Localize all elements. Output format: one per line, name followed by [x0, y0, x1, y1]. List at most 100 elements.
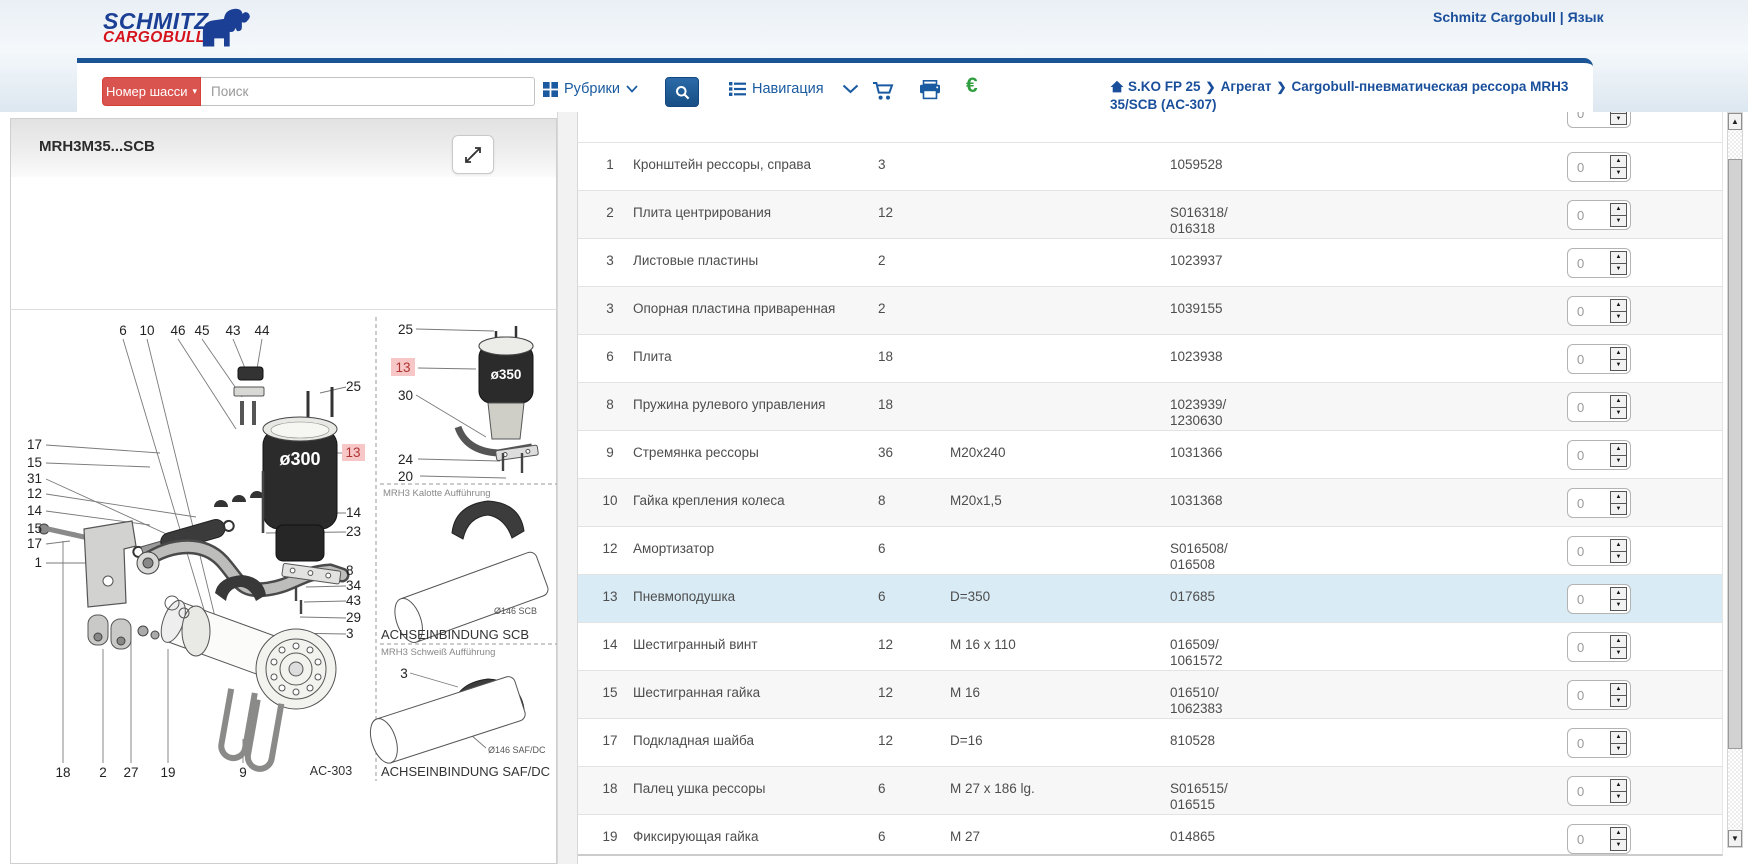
spin-up-button[interactable]: ▲ — [1611, 252, 1626, 264]
spin-down-button[interactable]: ▼ — [1611, 600, 1626, 611]
spin-down-button[interactable]: ▼ — [1611, 264, 1626, 275]
table-row[interactable]: 3 Листовые пластины 2 1023937 0 ▲ ▼ — [578, 238, 1723, 286]
quantity-stepper[interactable]: 0 ▲ ▼ — [1567, 248, 1631, 278]
table-row[interactable]: 18 Палец ушка рессоры 6 M 27 x 186 lg. S… — [578, 766, 1723, 814]
quantity-value[interactable]: 0 — [1568, 448, 1610, 463]
quantity-value[interactable]: 0 — [1568, 592, 1610, 607]
spin-down-button[interactable]: ▼ — [1611, 504, 1626, 515]
quantity-value[interactable]: 0 — [1568, 688, 1610, 703]
spin-down-button[interactable]: ▼ — [1611, 360, 1626, 371]
table-row[interactable]: 13 Пневмоподушка 6 D=350 017685 0 ▲ ▼ — [578, 574, 1723, 622]
spin-up-button[interactable]: ▲ — [1611, 732, 1626, 744]
expand-drawing-button[interactable] — [452, 135, 494, 174]
quantity-value[interactable]: 0 — [1568, 400, 1610, 415]
spin-up-button[interactable]: ▲ — [1611, 828, 1626, 840]
spin-down-button[interactable]: ▼ — [1611, 744, 1626, 755]
breadcrumb-item-current-line2[interactable]: 35/SCB (AC-307) — [1110, 97, 1217, 112]
row-part-number: 1031368 — [1170, 479, 1320, 509]
quantity-value[interactable]: 0 — [1568, 304, 1610, 319]
spin-down-button[interactable]: ▼ — [1611, 792, 1626, 803]
quantity-stepper[interactable]: 0 ▲ ▼ — [1567, 632, 1631, 662]
rubrics-menu-button[interactable]: Рубрики — [543, 81, 638, 97]
table-row[interactable]: 3 Опорная пластина приваренная 2 1039155… — [578, 286, 1723, 334]
spin-up-button[interactable]: ▲ — [1611, 780, 1626, 792]
chassis-number-dropdown-button[interactable]: Номер шасси ▾ — [102, 77, 201, 106]
spin-up-button[interactable]: ▲ — [1611, 204, 1626, 216]
quantity-stepper[interactable]: 0 ▲ ▼ — [1567, 112, 1631, 128]
table-row[interactable]: 15 Шестигранная гайка 12 M 16 016510/ 10… — [578, 670, 1723, 718]
quantity-stepper[interactable]: 0 ▲ ▼ — [1567, 536, 1631, 566]
search-input[interactable] — [201, 77, 535, 106]
quantity-value[interactable]: 0 — [1568, 832, 1610, 847]
account-language-link[interactable]: Schmitz Cargobull | Язык — [1433, 9, 1604, 25]
spin-up-button[interactable]: ▲ — [1611, 636, 1626, 648]
spin-up-button[interactable]: ▲ — [1611, 492, 1626, 504]
quantity-stepper[interactable]: 0 ▲ ▼ — [1567, 728, 1631, 758]
table-row[interactable]: 1 Кронштейн рессоры, справа 3 1059528 0 … — [578, 142, 1723, 190]
spin-up-button[interactable]: ▲ — [1611, 300, 1626, 312]
table-row[interactable]: 2 Плита центрирования 12 S016318/ 016318… — [578, 190, 1723, 238]
breadcrumb-item-root[interactable]: S.KO FP 25 — [1128, 79, 1201, 94]
quantity-value[interactable]: 0 — [1568, 496, 1610, 511]
vertical-scrollbar[interactable]: ▲ ▼ — [1727, 112, 1743, 848]
table-row[interactable]: 9 Стремянка рессоры 36 M20x240 1031366 0… — [578, 430, 1723, 478]
spin-down-button[interactable]: ▼ — [1611, 696, 1626, 707]
quantity-value[interactable]: 0 — [1568, 784, 1610, 799]
spin-up-button[interactable]: ▲ — [1611, 396, 1626, 408]
quantity-value[interactable]: 0 — [1568, 160, 1610, 175]
row-dimension — [950, 383, 1110, 397]
panel-splitter[interactable] — [557, 112, 578, 864]
quantity-stepper[interactable]: 0 ▲ ▼ — [1567, 680, 1631, 710]
quantity-value[interactable]: 0 — [1568, 112, 1610, 121]
table-row[interactable]: 10 Гайка крепления колеса 8 M20x1,5 1031… — [578, 478, 1723, 526]
scroll-up-button[interactable]: ▲ — [1728, 113, 1742, 130]
spin-down-button[interactable]: ▼ — [1611, 456, 1626, 467]
spin-down-button[interactable]: ▼ — [1611, 408, 1626, 419]
search-submit-button[interactable] — [665, 77, 699, 107]
table-row[interactable]: 6 Плита 18 1023938 0 ▲ ▼ — [578, 334, 1723, 382]
table-row[interactable]: 8 Пружина рулевого управления 18 1023939… — [578, 382, 1723, 430]
navigation-menu-button[interactable]: Навигация — [729, 81, 859, 97]
scroll-down-button[interactable]: ▼ — [1728, 830, 1742, 847]
quantity-stepper[interactable]: 0 ▲ ▼ — [1567, 440, 1631, 470]
spin-up-button[interactable]: ▲ — [1611, 444, 1626, 456]
quantity-stepper[interactable]: 0 ▲ ▼ — [1567, 776, 1631, 806]
quantity-value[interactable]: 0 — [1568, 208, 1610, 223]
table-row[interactable]: 17 Подкладная шайба 12 D=16 810528 0 ▲ ▼ — [578, 718, 1723, 766]
quantity-stepper[interactable]: 0 ▲ ▼ — [1567, 392, 1631, 422]
spin-down-button[interactable]: ▼ — [1611, 114, 1626, 125]
spin-down-button[interactable]: ▼ — [1611, 648, 1626, 659]
table-row[interactable]: 14 Шестигранный винт 12 M 16 x 110 01650… — [578, 622, 1723, 670]
spin-up-button[interactable]: ▲ — [1611, 348, 1626, 360]
quantity-value[interactable]: 0 — [1568, 736, 1610, 751]
quantity-stepper[interactable]: 0 ▲ ▼ — [1567, 296, 1631, 326]
quantity-stepper[interactable]: 0 ▲ ▼ — [1567, 152, 1631, 182]
table-row[interactable]: 12 Амортизатор 6 S016508/ 016508 0 ▲ ▼ — [578, 526, 1723, 574]
spin-up-button[interactable]: ▲ — [1611, 156, 1626, 168]
quantity-value[interactable]: 0 — [1568, 640, 1610, 655]
scrollbar-thumb[interactable] — [1728, 159, 1742, 749]
breadcrumb-item-current-line1[interactable]: Cargobull-пневматическая рессора MRH3 — [1292, 79, 1569, 94]
table-row[interactable]: 19 Фиксирующая гайка 6 M 27 014865 0 ▲ ▼ — [578, 814, 1723, 856]
quantity-stepper[interactable]: 0 ▲ ▼ — [1567, 488, 1631, 518]
print-icon[interactable] — [919, 80, 941, 100]
spin-down-button[interactable]: ▼ — [1611, 552, 1626, 563]
quantity-stepper[interactable]: 0 ▲ ▼ — [1567, 584, 1631, 614]
spin-down-button[interactable]: ▼ — [1611, 216, 1626, 227]
company-logo[interactable]: SCHMITZ CARGOBULL — [103, 12, 209, 45]
spin-up-button[interactable]: ▲ — [1611, 540, 1626, 552]
cart-icon[interactable] — [872, 81, 896, 102]
quantity-stepper[interactable]: 0 ▲ ▼ — [1567, 824, 1631, 854]
spin-up-button[interactable]: ▲ — [1611, 684, 1626, 696]
quantity-stepper[interactable]: 0 ▲ ▼ — [1567, 344, 1631, 374]
quantity-value[interactable]: 0 — [1568, 256, 1610, 271]
spin-down-button[interactable]: ▼ — [1611, 312, 1626, 323]
quantity-value[interactable]: 0 — [1568, 544, 1610, 559]
currency-euro-icon[interactable]: € — [966, 74, 978, 98]
spin-down-button[interactable]: ▼ — [1611, 840, 1626, 851]
spin-up-button[interactable]: ▲ — [1611, 588, 1626, 600]
quantity-value[interactable]: 0 — [1568, 352, 1610, 367]
breadcrumb-item-aggregate[interactable]: Агрегат — [1221, 79, 1272, 94]
quantity-stepper[interactable]: 0 ▲ ▼ — [1567, 200, 1631, 230]
spin-down-button[interactable]: ▼ — [1611, 168, 1626, 179]
